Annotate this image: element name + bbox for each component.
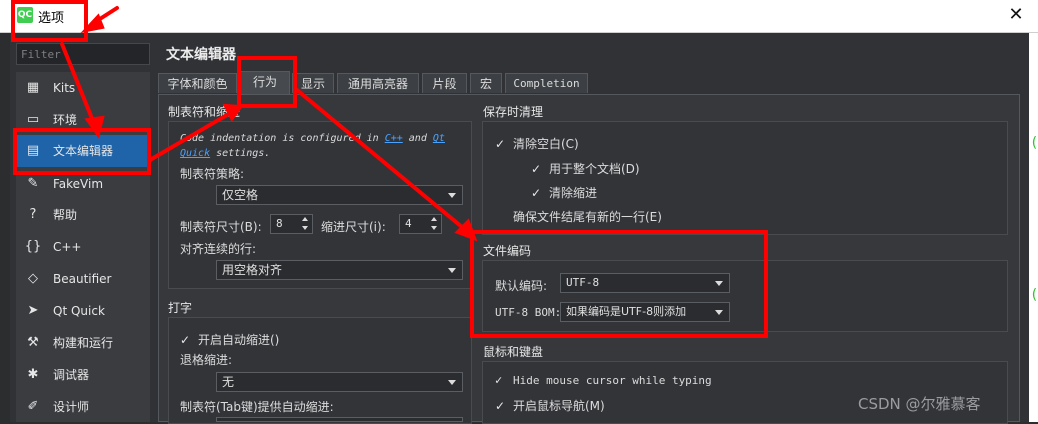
csdn-watermark: CSDN @尔雅慕客 [858, 395, 981, 413]
annotation-arrowhead-2 [84, 115, 105, 139]
annotation-arrow-4 [295, 88, 470, 234]
annotation-arrowhead-1 [80, 13, 105, 34]
annotation-arrows [60, 6, 478, 242]
annotation-arrow-2 [60, 42, 97, 128]
annotation-arrow-3 [148, 110, 234, 162]
